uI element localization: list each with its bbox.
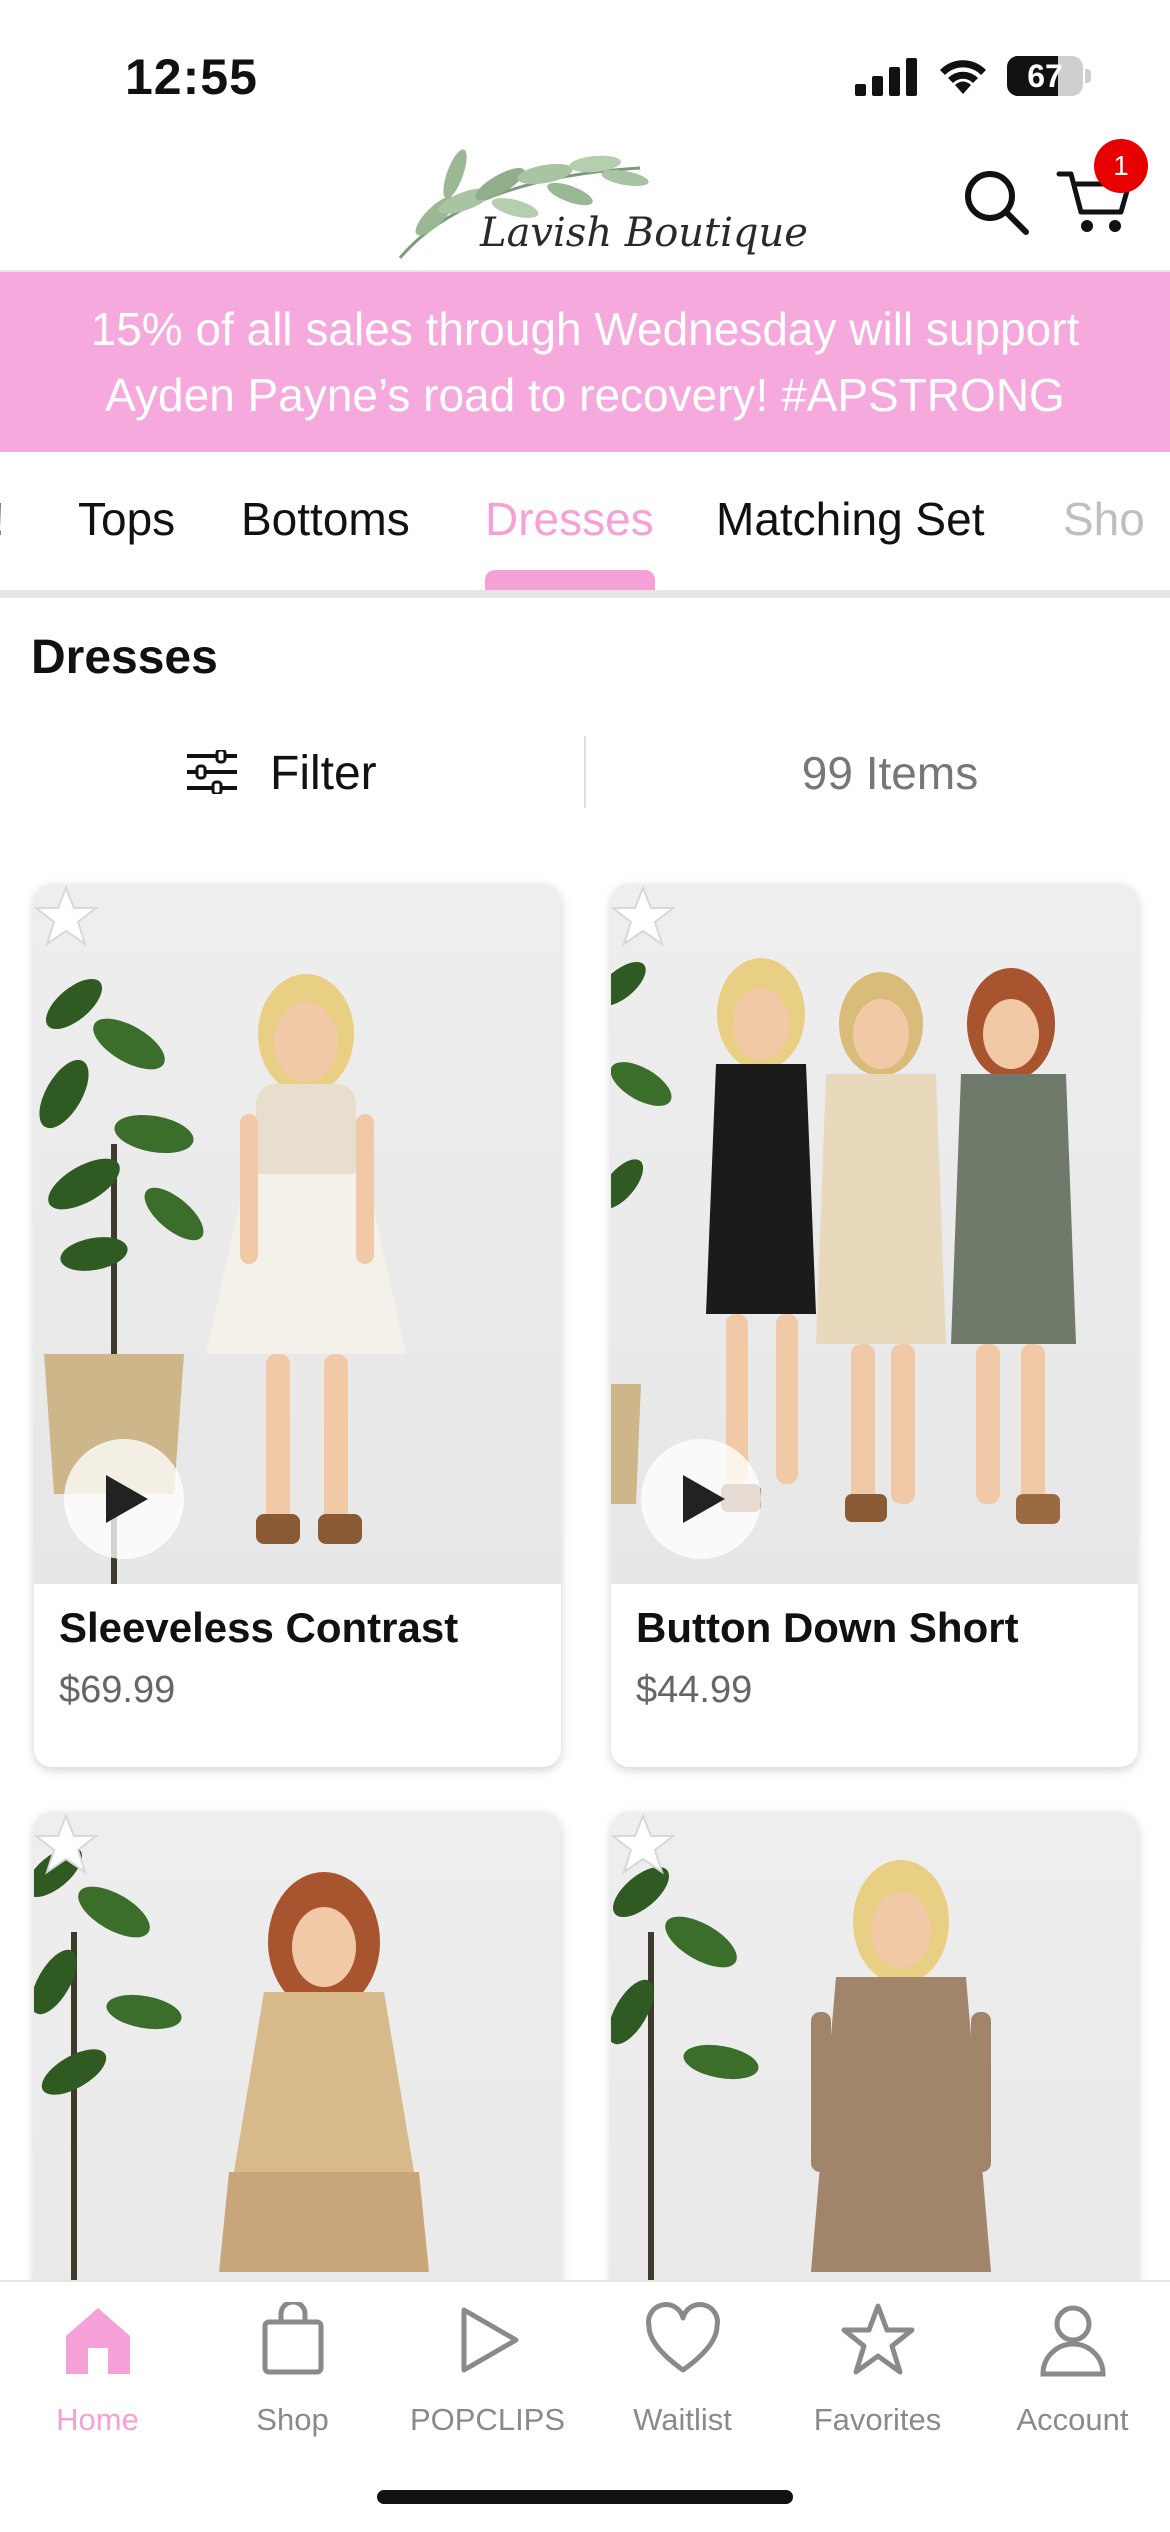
favorite-star-icon[interactable]: [611, 884, 675, 948]
battery-level: 67: [1027, 58, 1063, 94]
nav-home[interactable]: Home: [0, 2302, 195, 2442]
nav-label: Favorites: [813, 2402, 942, 2437]
star-icon: [841, 2303, 915, 2375]
filter-label: Filter: [270, 747, 377, 800]
home-icon: [66, 2308, 130, 2374]
product-image[interactable]: [611, 1812, 1138, 2312]
logo[interactable]: Lavish Boutique: [395, 146, 808, 266]
play-video-button[interactable]: [64, 1439, 184, 1559]
tab-tops[interactable]: Tops: [78, 492, 175, 546]
nav-label: Home: [56, 2402, 139, 2437]
product-card[interactable]: Button Down Short $44.99: [611, 884, 1138, 1767]
favorite-star-icon[interactable]: [611, 1812, 675, 1876]
shopping-bag-icon: [262, 2302, 324, 2375]
nav-label: Waitlist: [633, 2402, 732, 2437]
nav-waitlist[interactable]: Waitlist: [585, 2302, 780, 2442]
product-name: Button Down Short: [636, 1604, 1019, 1651]
product-card[interactable]: [34, 1812, 561, 2312]
nav-shop[interactable]: Shop: [195, 2302, 390, 2442]
product-image[interactable]: [34, 1812, 561, 2312]
heart-icon: [646, 2302, 720, 2373]
filter-button[interactable]: Filter: [185, 732, 405, 812]
tab-previous[interactable]: !: [0, 492, 5, 546]
wifi-icon: [940, 60, 986, 94]
promo-banner[interactable]: 15% of all sales through Wednesday will …: [0, 272, 1170, 452]
favorite-star-icon[interactable]: [34, 1812, 98, 1876]
page-title: Dresses: [31, 631, 218, 684]
tab-matching-set[interactable]: Matching Set: [716, 492, 984, 546]
tab-dresses[interactable]: Dresses: [485, 492, 654, 546]
home-indicator: [377, 2490, 793, 2504]
tab-bottoms[interactable]: Bottoms: [241, 492, 410, 546]
person-icon: [1040, 2305, 1106, 2377]
status-bar: 12:55 67: [0, 0, 1170, 140]
nav-label: Shop: [256, 2402, 329, 2437]
filter-row: Filter 99 Items: [0, 732, 1170, 812]
nav-popclips[interactable]: POPCLIPS: [390, 2302, 585, 2442]
nav-account[interactable]: Account: [975, 2302, 1170, 2442]
promo-banner-text: 15% of all sales through Wednesday will …: [90, 303, 1080, 421]
product-photo: [34, 1846, 429, 2312]
play-icon: [106, 1475, 148, 1523]
favorite-star-icon[interactable]: [34, 884, 98, 948]
product-photo: [611, 1860, 991, 2312]
product-card[interactable]: Sleeveless Contrast $69.99: [34, 884, 561, 1767]
active-tab-indicator: [485, 570, 655, 590]
nav-label: POPCLIPS: [409, 2402, 566, 2437]
play-video-button[interactable]: [641, 1439, 761, 1559]
cart-badge: 1: [1094, 139, 1148, 193]
app-header: Lavish Boutique: [0, 140, 1170, 272]
logo-text: Lavish Boutique: [480, 210, 808, 256]
category-tabs: ! Tops Bottoms Dresses Matching Set Sho: [0, 452, 1170, 598]
nav-favorites[interactable]: Favorites: [780, 2302, 975, 2442]
product-image[interactable]: [34, 884, 561, 1584]
product-image[interactable]: [611, 884, 1138, 1584]
sliders-icon: [187, 750, 237, 794]
cellular-signal-icon: [855, 58, 917, 96]
product-price: $69.99: [59, 1669, 176, 1711]
tab-shoes[interactable]: Sho: [1063, 492, 1145, 546]
divider: [584, 736, 586, 808]
item-count: 99 Items: [801, 747, 979, 799]
nav-label: Account: [1016, 2402, 1129, 2437]
status-time: 12:55: [125, 49, 258, 105]
play-icon: [683, 1475, 725, 1523]
search-icon[interactable]: [960, 166, 1032, 238]
product-card[interactable]: [611, 1812, 1138, 2312]
product-price: $44.99: [636, 1669, 753, 1711]
battery-icon: 67: [1007, 56, 1091, 96]
product-name: Sleeveless Contrast: [59, 1604, 459, 1651]
play-icon: [461, 2307, 519, 2373]
